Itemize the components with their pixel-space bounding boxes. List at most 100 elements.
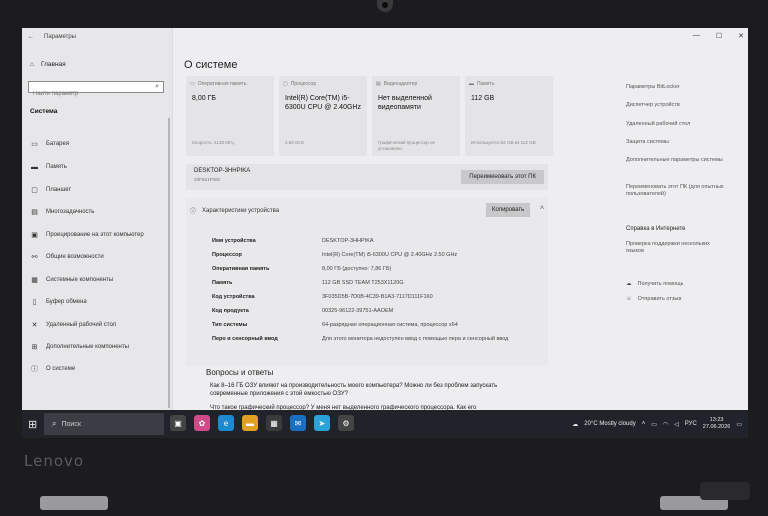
page-title: О системе	[184, 59, 238, 71]
sidebar-item-clipboard[interactable]: ▯ Буфер обмена	[30, 295, 87, 309]
search-input[interactable]	[29, 89, 143, 99]
windows-start-icon[interactable]: ⊞	[28, 418, 37, 431]
search-field[interactable]: ⌕	[28, 81, 164, 99]
get-help-link[interactable]: ☁ Получить помощь	[626, 281, 683, 287]
spec-key: Код продукта	[212, 308, 249, 314]
spec-value: 00325-96122-39751-AAOEM	[322, 308, 394, 314]
spec-key: Код устройства	[212, 294, 255, 300]
card-value: Intel(R) Core(TM) i5-6300U CPU @ 2.40GHz	[285, 95, 361, 111]
language-support-link[interactable]: Проверка поддержки нескольких языков	[626, 241, 726, 255]
chevron-up-icon[interactable]: ˄	[540, 205, 544, 212]
faq-item[interactable]: Как 8–16 ГБ ОЗУ влияют на производительн…	[210, 382, 530, 398]
sidebar-item-remote[interactable]: ✕ Удаленный рабочий стол	[30, 318, 117, 332]
sidebar-item-home[interactable]: ⌂ Главная	[30, 61, 66, 68]
device-manager-link[interactable]: Диспетчер устройств	[626, 102, 726, 109]
pc-model: 20F5S1F000	[194, 177, 221, 182]
feedback-label: Отправить отзыв	[637, 296, 682, 302]
volume-icon[interactable]: ◁	[674, 421, 679, 428]
ram-icon: ▭	[190, 81, 195, 87]
sidebar-item-label: Планшет	[46, 187, 72, 193]
network-icon[interactable]: ◠	[663, 421, 668, 428]
sidebar-item-multitask[interactable]: ▤ Многозадачность	[30, 205, 94, 219]
sidebar-item-shared[interactable]: ⚯ Общие возможности	[30, 250, 104, 264]
spec-value: 3F035D5B-7D0B-4C39-B1A3-7117D111F160	[322, 294, 433, 300]
left-hinge	[40, 496, 108, 510]
sidebar-item-battery[interactable]: ▭ Батарея	[30, 137, 69, 151]
system-protection-link[interactable]: Защита системы	[626, 139, 726, 146]
edge-icon[interactable]: e	[218, 415, 234, 431]
notification-icon[interactable]: ▭	[736, 421, 742, 428]
sidebar-item-label: Проецирование на этот компьютер	[46, 232, 144, 238]
taskbar-search[interactable]: ⌕ Поиск	[44, 413, 164, 435]
feedback-icon: ☺	[626, 296, 632, 302]
colorful-app-icon[interactable]: ✿	[194, 415, 210, 431]
window-controls: — ☐ ✕	[693, 32, 744, 40]
sidebar-item-label: Удаленный рабочий стол	[46, 322, 117, 328]
sidebar-item-label: О системе	[46, 366, 76, 372]
advanced-settings-link[interactable]: Дополнительные параметры системы	[626, 157, 726, 164]
arrow-left-icon[interactable]: ←	[28, 34, 34, 40]
pc-name-bar: DESKTOP-3HHPIKA 20F5S1F000 Переименовать…	[186, 164, 548, 190]
spec-row: Код устройства 3F035D5B-7D0B-4C39-B1A3-7…	[212, 294, 548, 301]
sidebar-item-components[interactable]: ▦ Системные компоненты	[30, 273, 113, 287]
settings-sidebar: ← Параметры ⌂ Главная ⌕ Система ▭ Батаре…	[22, 28, 173, 410]
sidebar-item-tablet[interactable]: ▢ Планшет	[30, 183, 71, 197]
sidebar-item-label: Память	[46, 164, 67, 170]
settings-gear-icon[interactable]: ⚙	[338, 415, 354, 431]
close-button[interactable]: ✕	[738, 32, 744, 40]
storage-icon: ▬	[469, 81, 474, 87]
spec-key: Оперативная память	[212, 266, 270, 272]
storage-icon: ▬	[31, 163, 38, 171]
spec-key: Перо и сенсорный ввод	[212, 336, 278, 342]
weather-icon: ☁	[572, 421, 579, 428]
spec-row: Код продукта 00325-96122-39751-AAOEM	[212, 308, 548, 315]
remote-icon: ✕	[31, 322, 38, 329]
spec-row: Имя устройства DESKTOP-3HHPIKA	[212, 238, 548, 245]
card-value: 112 GB	[471, 95, 495, 102]
task-view-icon[interactable]: ▣	[170, 415, 186, 431]
copy-button[interactable]: Копировать	[486, 203, 531, 217]
spec-value: DESKTOP-3HHPIKA	[322, 238, 374, 244]
rename-advanced-link[interactable]: Переименовать этот ПК (для опытных польз…	[626, 184, 726, 198]
telegram-icon[interactable]: ➤	[314, 415, 330, 431]
window-title-bar: ← Параметры	[28, 34, 76, 40]
spec-key: Процессор	[212, 252, 242, 258]
card-header: Память	[477, 81, 495, 87]
spec-value: Intel(R) Core(TM) i5-6300U CPU @ 2.40GHz…	[322, 252, 458, 258]
file-explorer-icon[interactable]: ▬	[242, 415, 258, 431]
battery-icon[interactable]: ▭	[651, 421, 657, 428]
weather-label[interactable]: 20°C Mostly cloudy	[584, 421, 635, 427]
chevron-up-icon[interactable]: ˄	[642, 421, 646, 427]
sidebar-item-extras[interactable]: ⊞ Дополнительные компоненты	[30, 340, 129, 354]
sidebar-scrollbar[interactable]	[168, 118, 170, 408]
sidebar-item-label: Многозадачность	[46, 209, 95, 215]
sidebar-item-project[interactable]: ▣ Проецирование на этот компьютер	[30, 228, 144, 242]
sidebar-item-storage[interactable]: ▬ Память	[30, 160, 67, 174]
mail-icon[interactable]: ✉	[290, 415, 306, 431]
help-icon: ☁	[626, 281, 632, 287]
card-value: Нет выделенной видеопамяти	[378, 95, 432, 111]
specs-header: ⓘ Характеристики устройства	[190, 206, 279, 216]
remote-desktop-link[interactable]: Удаленный рабочий стол	[626, 121, 726, 128]
feedback-link[interactable]: ☺ Отправить отзыв	[626, 296, 681, 302]
maximize-button[interactable]: ☐	[716, 32, 722, 40]
clock-time: 13:23	[709, 417, 724, 423]
clock[interactable]: 13:23 27.06.2026	[703, 417, 731, 431]
project-icon: ▣	[31, 232, 38, 239]
extras-icon: ⊞	[31, 344, 38, 351]
spec-value: 8,00 ГБ (доступно: 7,86 ГБ)	[322, 266, 392, 272]
summary-cards: ▭ Оперативная память 8,00 ГБ Скорость: 21…	[186, 76, 553, 156]
search-icon: ⌕	[52, 419, 57, 428]
rename-pc-button[interactable]: Переименовать этот ПК	[461, 170, 544, 184]
minimize-button[interactable]: —	[693, 32, 700, 40]
bitlocker-link[interactable]: Параметры BitLocker	[626, 84, 726, 91]
cpu-card: ▢ Процессор Intel(R) Core(TM) i5-6300U CP…	[279, 76, 367, 156]
gpu-icon: ▤	[376, 81, 381, 87]
language-indicator[interactable]: РУС	[685, 421, 697, 427]
store-icon[interactable]: ▦	[266, 415, 282, 431]
sidebar-item-label: Общие возможности	[46, 254, 104, 260]
sidebar-item-label: Дополнительные компоненты	[46, 344, 129, 350]
keyboard-tab	[700, 482, 750, 500]
sidebar-item-about[interactable]: ⓘ О системе	[30, 362, 75, 376]
brand-logo: Lenovo	[24, 452, 85, 470]
